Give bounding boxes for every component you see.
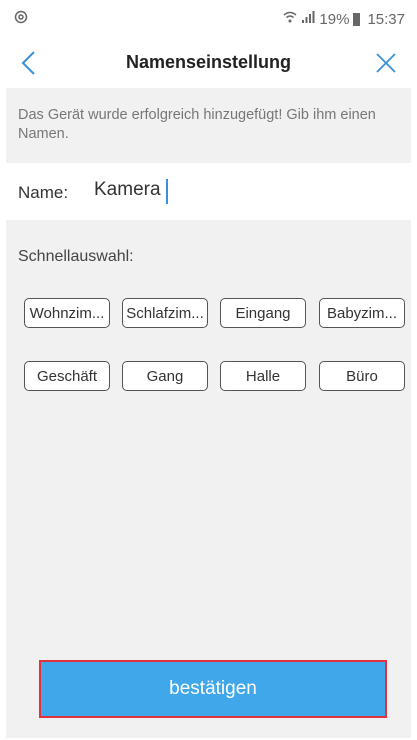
chip-babyzimmer[interactable]: Babyzim... [319,298,405,328]
chip-buero[interactable]: Büro [319,361,405,391]
notice-banner: Das Gerät wurde erfolgreich hinzugefügt!… [6,88,411,162]
clock: 15:37 [367,10,405,28]
close-icon [369,53,403,84]
battery-icon [353,12,361,26]
quick-select-label: Schnellauswahl: [18,248,134,265]
confirm-button[interactable]: bestätigen [39,660,387,718]
chip-geschaeft[interactable]: Geschäft [24,361,110,391]
chip-schlafzimmer[interactable]: Schlafzim... [122,298,208,328]
page-title: Namenseinstellung [125,52,292,72]
header: Namenseinstellung [0,40,417,86]
name-row: Name: [6,163,411,220]
name-input[interactable] [94,175,394,205]
status-right: 19% 15:37 [283,10,405,28]
chip-halle[interactable]: Halle [220,361,306,391]
name-label: Name: [18,183,69,202]
content-area: Das Gerät wurde erfolgreich hinzugefügt!… [6,88,411,738]
status-bar: 19% 15:37 [0,0,417,40]
battery-percent: 19% [319,10,350,28]
close-button[interactable] [369,46,403,80]
text-caret [166,179,168,204]
chip-eingang[interactable]: Eingang [220,298,306,328]
chip-gang[interactable]: Gang [122,361,208,391]
chip-wohnzimmer[interactable]: Wohnzim... [24,298,110,328]
notice-text: Das Gerät wurde erfolgreich hinzugefügt!… [18,107,376,142]
signal-icon [301,10,315,28]
app-notification-icon [14,10,28,28]
wifi-icon [283,10,297,28]
